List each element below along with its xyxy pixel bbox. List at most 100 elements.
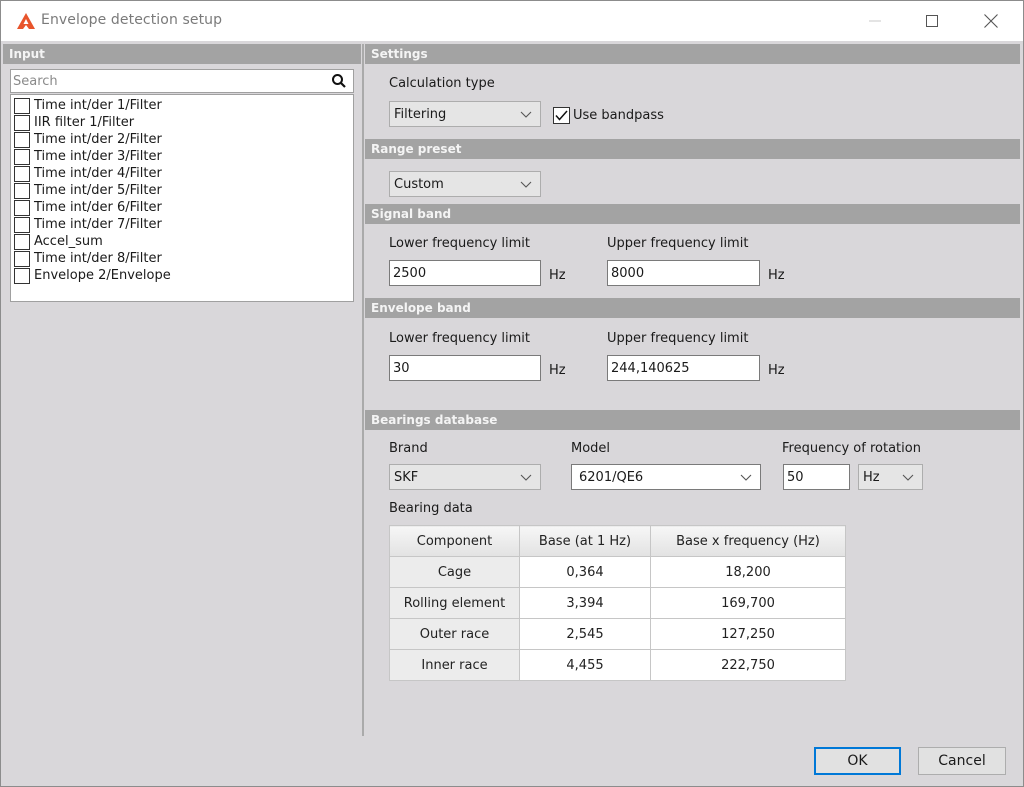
list-item[interactable]: Time int/der 1/Filter bbox=[11, 97, 353, 114]
checkmark-icon bbox=[555, 110, 568, 121]
row-header: Inner race bbox=[389, 649, 520, 681]
list-item[interactable]: Time int/der 7/Filter bbox=[11, 216, 353, 233]
column-header-component[interactable]: Component bbox=[389, 525, 520, 557]
range-preset-select[interactable]: Custom bbox=[389, 171, 541, 197]
table-cell: 4,455 bbox=[519, 649, 651, 681]
checkbox[interactable] bbox=[14, 267, 30, 284]
range-preset-value: Custom bbox=[394, 176, 444, 192]
maximize-icon bbox=[926, 15, 938, 27]
rotation-unit-value: Hz bbox=[863, 469, 880, 485]
chevron-down-icon bbox=[520, 111, 532, 118]
cancel-button[interactable]: Cancel bbox=[918, 747, 1006, 775]
search-input[interactable] bbox=[13, 72, 313, 90]
table-header-row: Component Base (at 1 Hz) Base x frequenc… bbox=[389, 525, 846, 557]
brand-value: SKF bbox=[394, 469, 419, 485]
column-header-base[interactable]: Base (at 1 Hz) bbox=[519, 525, 651, 557]
table-row: Cage 0,364 18,200 bbox=[389, 556, 846, 588]
close-icon bbox=[984, 14, 998, 28]
input-section-header: Input bbox=[3, 44, 361, 64]
list-item[interactable]: Time int/der 5/Filter bbox=[11, 182, 353, 199]
range-preset-section-header: Range preset bbox=[365, 139, 1020, 159]
bearing-data-table: Component Base (at 1 Hz) Base x frequenc… bbox=[389, 525, 846, 681]
checkbox[interactable] bbox=[14, 216, 30, 233]
table-cell: 127,250 bbox=[650, 618, 846, 650]
settings-section-header: Settings bbox=[365, 44, 1020, 64]
table-row: Rolling element 3,394 169,700 bbox=[389, 587, 846, 619]
envelope-band-section-header: Envelope band bbox=[365, 298, 1020, 318]
chevron-down-icon bbox=[902, 474, 914, 481]
model-label: Model bbox=[571, 441, 611, 456]
maximize-button[interactable] bbox=[904, 1, 960, 41]
rotation-unit-select[interactable]: Hz bbox=[858, 464, 923, 490]
checkbox[interactable] bbox=[14, 165, 30, 182]
table-cell: 2,545 bbox=[519, 618, 651, 650]
envelope-lower-unit: Hz bbox=[549, 363, 566, 378]
brand-select[interactable]: SKF bbox=[389, 464, 541, 490]
row-header: Rolling element bbox=[389, 587, 520, 619]
close-button[interactable] bbox=[963, 1, 1019, 41]
signal-lower-unit: Hz bbox=[549, 268, 566, 283]
chevron-down-icon bbox=[740, 474, 752, 481]
signal-upper-frequency-input[interactable] bbox=[607, 260, 760, 286]
calculation-type-value: Filtering bbox=[394, 106, 447, 122]
signal-band-section-header: Signal band bbox=[365, 204, 1020, 224]
title-bar: Envelope detection setup bbox=[1, 1, 1023, 41]
list-item[interactable]: Time int/der 4/Filter bbox=[11, 165, 353, 182]
checkbox[interactable] bbox=[14, 114, 30, 131]
checkbox[interactable] bbox=[14, 148, 30, 165]
window-title: Envelope detection setup bbox=[41, 12, 223, 28]
envelope-upper-frequency-input[interactable] bbox=[607, 355, 760, 381]
table-cell: 3,394 bbox=[519, 587, 651, 619]
checkbox[interactable] bbox=[14, 97, 30, 114]
signal-upper-label: Upper frequency limit bbox=[607, 236, 749, 251]
rotation-frequency-input[interactable] bbox=[783, 464, 850, 490]
column-header-base-x-frequency[interactable]: Base x frequency (Hz) bbox=[650, 525, 846, 557]
list-item[interactable]: Envelope 2/Envelope bbox=[11, 267, 353, 284]
calculation-type-label: Calculation type bbox=[389, 76, 495, 91]
signal-lower-frequency-input[interactable] bbox=[389, 260, 541, 286]
table-cell: 0,364 bbox=[519, 556, 651, 588]
envelope-upper-unit: Hz bbox=[768, 363, 785, 378]
list-item[interactable]: Time int/der 8/Filter bbox=[11, 250, 353, 267]
envelope-upper-label: Upper frequency limit bbox=[607, 331, 749, 346]
table-cell: 169,700 bbox=[650, 587, 846, 619]
input-channel-list: Time int/der 1/Filter IIR filter 1/Filte… bbox=[10, 94, 354, 302]
table-cell: 18,200 bbox=[650, 556, 846, 588]
row-header: Outer race bbox=[389, 618, 520, 650]
bearing-data-label: Bearing data bbox=[389, 501, 473, 516]
dialog-window: Envelope detection setup Input Time int/… bbox=[0, 0, 1024, 787]
model-value: 6201/QE6 bbox=[579, 469, 644, 485]
list-item[interactable]: Time int/der 3/Filter bbox=[11, 148, 353, 165]
envelope-lower-frequency-input[interactable] bbox=[389, 355, 541, 381]
row-header: Cage bbox=[389, 556, 520, 588]
calculation-type-select[interactable]: Filtering bbox=[389, 101, 541, 127]
chevron-down-icon bbox=[520, 181, 532, 188]
search-box bbox=[10, 69, 354, 93]
model-select[interactable]: 6201/QE6 bbox=[571, 464, 761, 490]
use-bandpass-label: Use bandpass bbox=[573, 108, 664, 123]
list-item[interactable]: Time int/der 2/Filter bbox=[11, 131, 353, 148]
chevron-down-icon bbox=[520, 474, 532, 481]
table-row: Outer race 2,545 127,250 bbox=[389, 618, 846, 650]
checkbox[interactable] bbox=[14, 182, 30, 199]
brand-label: Brand bbox=[389, 441, 428, 456]
list-item[interactable]: IIR filter 1/Filter bbox=[11, 114, 353, 131]
search-icon[interactable] bbox=[331, 73, 347, 89]
rotation-frequency-label: Frequency of rotation bbox=[782, 441, 921, 456]
list-item[interactable]: Accel_sum bbox=[11, 233, 353, 250]
signal-lower-label: Lower frequency limit bbox=[389, 236, 531, 251]
checkbox[interactable] bbox=[14, 233, 30, 250]
minimize-button[interactable] bbox=[847, 1, 903, 41]
checkbox[interactable] bbox=[14, 250, 30, 267]
minimize-icon bbox=[869, 20, 881, 22]
list-item[interactable]: Time int/der 6/Filter bbox=[11, 199, 353, 216]
panel-divider[interactable] bbox=[362, 44, 364, 736]
ok-button[interactable]: OK bbox=[814, 747, 901, 775]
signal-upper-unit: Hz bbox=[768, 268, 785, 283]
table-cell: 222,750 bbox=[650, 649, 846, 681]
checkbox-checked[interactable] bbox=[553, 107, 570, 124]
checkbox[interactable] bbox=[14, 199, 30, 216]
checkbox[interactable] bbox=[14, 131, 30, 148]
use-bandpass-checkbox[interactable]: Use bandpass bbox=[553, 107, 664, 124]
app-logo-icon bbox=[17, 13, 35, 29]
